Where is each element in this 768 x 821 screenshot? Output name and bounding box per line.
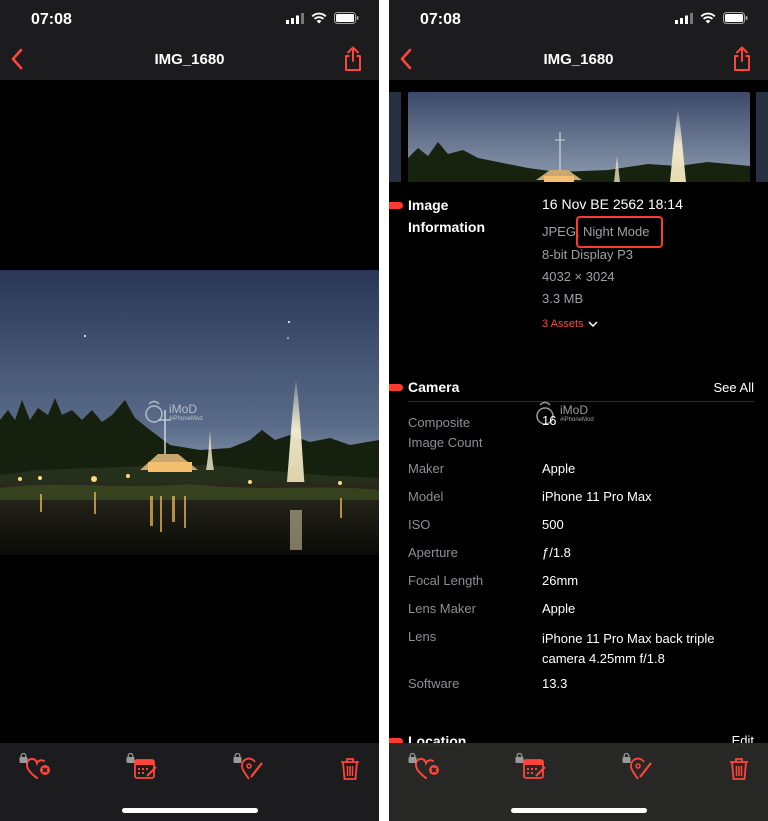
location-edit-icon — [241, 757, 263, 780]
navigation-bar: IMG_1680 — [0, 40, 379, 80]
format-prefix: JPEG, — [542, 224, 580, 239]
capture-date: 16 Nov BE 2562 18:14 — [542, 196, 683, 212]
file-size: 3.3 MB — [542, 291, 584, 306]
lock-icon — [233, 753, 242, 763]
imod-logo-icon — [145, 400, 163, 423]
night-mode-highlight — [576, 216, 663, 248]
aperture-label: Aperture — [408, 545, 458, 560]
home-indicator — [121, 808, 258, 813]
software-label: Software — [408, 676, 460, 691]
section-marker — [389, 202, 403, 209]
photo-info-screen: 07:08 IMG_1680 Image Information 16 Nov … — [389, 0, 768, 821]
status-bar: 07:08 — [389, 0, 768, 40]
composite-image-count-value: 16 — [542, 413, 557, 428]
nav-title: IMG_1680 — [154, 51, 225, 68]
signal-icon — [675, 12, 693, 24]
image-information-heading: Image Information — [408, 197, 485, 235]
lens-maker-value: Apple — [542, 601, 576, 616]
watermark-sub: #iPhoneMod — [560, 417, 594, 423]
heart-remove-icon — [414, 757, 439, 779]
wifi-icon — [700, 12, 716, 24]
iso-label: ISO — [408, 517, 431, 532]
iso-value: 500 — [542, 517, 564, 532]
trash-icon — [341, 758, 359, 780]
heart-remove-icon — [25, 757, 50, 779]
lens-value: iPhone 11 Pro Max back triple camera 4.2… — [542, 631, 715, 666]
favorite-remove-button[interactable] — [408, 753, 441, 786]
edit-location-button[interactable] — [622, 753, 655, 786]
signal-icon — [286, 12, 304, 24]
see-all-link[interactable]: See All — [714, 380, 754, 395]
camera-heading: Camera — [408, 379, 460, 395]
current-thumbnail[interactable] — [408, 92, 750, 182]
next-thumbnail[interactable] — [756, 92, 768, 182]
maker-value: Apple — [542, 461, 576, 476]
calendar-edit-icon — [134, 759, 157, 779]
focal-length-value: 26mm — [542, 573, 579, 588]
bottom-toolbar — [389, 743, 768, 821]
favorite-remove-button[interactable] — [19, 753, 52, 786]
night-fountain-photo[interactable]: iMoD #iPhoneMod — [0, 270, 379, 555]
share-icon[interactable] — [732, 46, 752, 77]
status-bar: 07:08 — [0, 0, 379, 40]
lens-label: Lens — [408, 629, 437, 644]
assets-label: 3 Assets — [542, 318, 584, 330]
watermark: iMoD #iPhoneMod — [143, 400, 203, 424]
delete-button[interactable] — [340, 757, 360, 786]
lock-icon — [126, 753, 135, 763]
lock-icon — [19, 753, 28, 763]
lock-icon — [622, 753, 631, 763]
bottom-toolbar — [0, 743, 379, 821]
status-time: 07:08 — [420, 11, 461, 28]
maker-label: Maker — [408, 461, 445, 476]
home-indicator — [510, 808, 647, 813]
lock-icon — [408, 753, 417, 763]
dimensions: 4032 × 3024 — [542, 269, 615, 284]
edit-date-button[interactable] — [126, 753, 159, 786]
battery-icon — [723, 12, 748, 24]
assets-dropdown[interactable]: 3 Assets — [542, 318, 598, 330]
model-label: Model — [408, 489, 444, 504]
share-icon[interactable] — [343, 46, 363, 77]
previous-thumbnail[interactable] — [389, 92, 401, 182]
location-edit-icon — [630, 757, 652, 780]
navigation-bar: IMG_1680 — [389, 40, 768, 80]
software-value: 13.3 — [542, 676, 568, 691]
model-value: iPhone 11 Pro Max — [542, 489, 652, 504]
lock-icon — [515, 753, 524, 763]
battery-icon — [334, 12, 359, 24]
composite-image-count-label: Composite Image Count — [408, 415, 483, 450]
calendar-edit-icon — [523, 759, 546, 779]
color-profile: 8-bit Display P3 — [542, 247, 634, 262]
watermark-brand: iMoD — [169, 402, 198, 416]
aperture-value: ƒ/1.8 — [542, 545, 571, 560]
edit-location-button[interactable] — [233, 753, 266, 786]
thumbnail-strip — [389, 90, 768, 184]
chevron-down-icon — [588, 321, 598, 327]
wifi-icon — [311, 12, 327, 24]
trash-icon — [730, 758, 748, 780]
photo-viewer-screen: 07:08 IMG_1680 iMoD #iPhoneMod — [0, 0, 379, 821]
watermark-brand: iMoD — [560, 403, 589, 417]
edit-date-button[interactable] — [515, 753, 548, 786]
lens-maker-label: Lens Maker — [408, 601, 476, 616]
delete-button[interactable] — [729, 757, 749, 786]
focal-length-label: Focal Length — [408, 573, 484, 588]
nav-title: IMG_1680 — [543, 51, 614, 68]
status-time: 07:08 — [31, 11, 72, 28]
watermark-sub: #iPhoneMod — [169, 416, 203, 422]
section-marker — [389, 384, 403, 391]
